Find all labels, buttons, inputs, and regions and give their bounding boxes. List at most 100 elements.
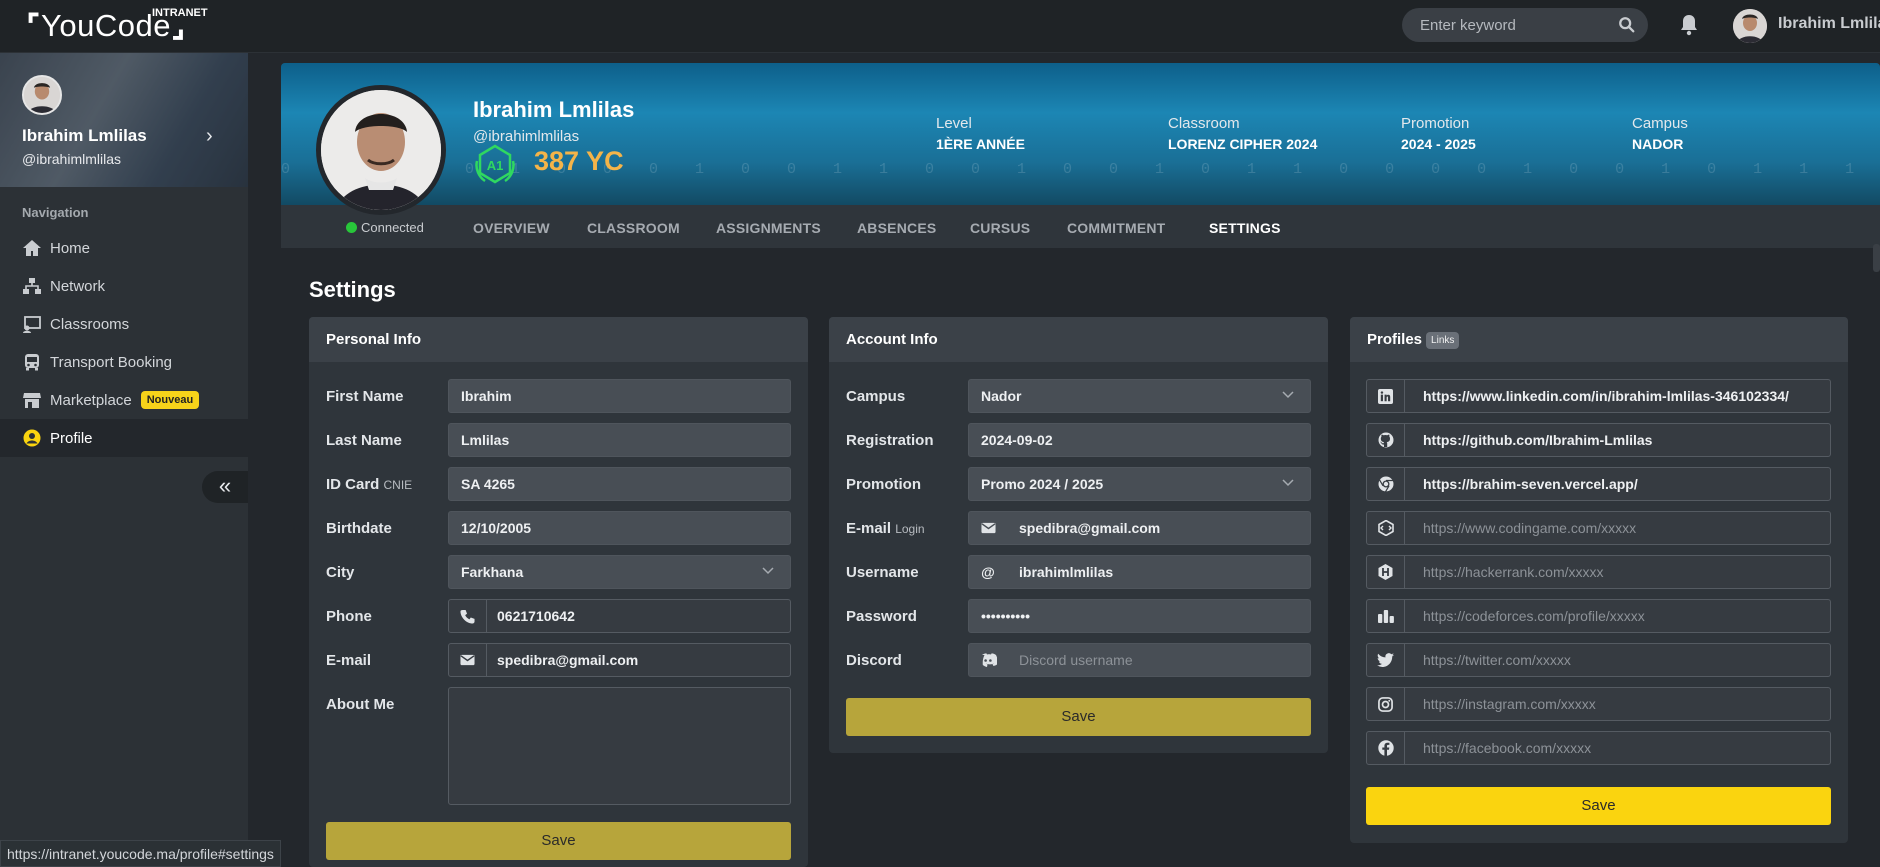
sidebar-item-classrooms[interactable]: Classrooms [0,305,248,343]
sidebar-item-profile[interactable]: Profile [0,419,248,457]
sidebar-avatar [22,75,62,115]
user-circle-icon [23,429,41,447]
github-icon [1367,424,1405,456]
logo-subtitle: INTRANET [152,7,208,19]
scrollbar-thumb[interactable] [1873,244,1880,272]
github-field[interactable]: https://github.com/Ibrahim-Lmlilas [1366,423,1831,457]
collapse-sidebar-button[interactable]: « [202,471,248,503]
user-name[interactable]: Ibrahim Lmlilas [1778,15,1880,33]
website-field[interactable]: https://brahim-seven.vercel.app/ [1366,467,1831,501]
notification-bell-icon[interactable] [1678,13,1700,37]
discord-field[interactable]: Discord username [968,643,1311,677]
links-badge: Links [1426,332,1460,349]
tab-assignments[interactable]: ASSIGNMENTS [716,220,821,236]
personal-info-card: Personal Info First Name Ibrahim Last Na… [309,317,808,867]
sidebar-item-marketplace[interactable]: Marketplace Nouveau [0,381,248,419]
network-icon [23,278,41,294]
profile-hero: 0 0 1 0 0 1 0 0 0 1 0 0 1 1 0 0 1 0 0 1 … [281,63,1880,248]
linkedin-field[interactable]: https://www.linkedin.com/in/ibrahim-lmli… [1366,379,1831,413]
username-row: Username [846,563,919,581]
twitter-icon [1367,644,1405,676]
about-row: About Me [326,695,395,713]
city-select[interactable]: Farkhana [448,555,791,589]
promotion-row: Promotion [846,475,921,493]
stat-campus: Campus NADOR [1632,115,1688,152]
tab-overview[interactable]: OVERVIEW [473,220,550,236]
chevron-right-icon[interactable]: › [206,125,213,148]
codeforces-field[interactable]: https://codeforces.com/profile/xxxxx [1366,599,1831,633]
store-icon [23,393,41,408]
email-row: E-mail [326,651,372,669]
profile-tabs: OVERVIEW CLASSROOM ASSIGNMENTS ABSENCES … [281,205,1880,248]
sidebar-item-home[interactable]: Home [0,229,248,267]
codingame-field[interactable]: https://www.codingame.com/xxxxx [1366,511,1831,545]
sidebar-item-transport[interactable]: Transport Booking [0,343,248,381]
first-name-field[interactable]: Ibrahim [448,379,791,413]
phone-field[interactable]: 0621710642 [448,599,791,633]
password-field[interactable]: •••••••••• [968,599,1311,633]
campus-select[interactable]: Nador [968,379,1311,413]
birthdate-field[interactable]: 12/10/2005 [448,511,791,545]
discord-row: Discord [846,651,902,669]
card-title: Account Info [829,317,1328,362]
discord-icon [969,644,1007,676]
tab-absences[interactable]: ABSENCES [857,220,936,236]
city-row: City [326,563,355,581]
tab-settings[interactable]: SETTINGS [1209,220,1281,236]
at-sign-icon: @ [981,564,995,580]
instagram-field[interactable]: https://instagram.com/xxxxx [1366,687,1831,721]
id-card-row: ID Card CNIE [326,475,413,493]
yc-points: 387 YC [534,146,624,176]
username-field[interactable]: @ ibrahimlmlilas [968,555,1311,589]
tab-classroom[interactable]: CLASSROOM [587,220,680,236]
sidebar-user-name: Ibrahim Lmlilas [22,126,147,145]
codeforces-icon [1367,600,1405,632]
promotion-select[interactable]: Promo 2024 / 2025 [968,467,1311,501]
email-field[interactable]: spedibra@gmail.com [448,643,791,677]
stat-classroom: Classroom LORENZ CIPHER 2024 [1168,115,1318,152]
sidebar-item-label: Network [50,277,106,295]
search-input[interactable] [1402,8,1612,42]
tab-cursus[interactable]: CURSUS [970,220,1030,236]
sidebar-item-label: Classrooms [50,315,130,333]
hackerrank-icon [1367,556,1405,588]
instagram-icon [1367,688,1405,720]
id-card-field[interactable]: SA 4265 [448,467,791,501]
sidebar-item-label: Profile [50,429,93,447]
classroom-icon [23,316,41,333]
save-account-button[interactable]: Save [846,698,1311,736]
level-badge-text: A1 [487,158,504,173]
bus-icon [25,354,39,371]
sidebar-user-handle: @ibrahimlmlilas [22,151,122,167]
hackerrank-field[interactable]: https://hackerrank.com/xxxxx [1366,555,1831,589]
twitter-field[interactable]: https://twitter.com/xxxxx [1366,643,1831,677]
sidebar-item-label: Marketplace [50,391,132,409]
card-title: Personal Info [309,317,808,362]
about-me-textarea[interactable] [448,687,791,805]
sidebar-profile-card[interactable]: Ibrahim Lmlilas @ibrahimlmlilas › [0,53,248,187]
facebook-field[interactable]: https://facebook.com/xxxxx [1366,731,1831,765]
stat-promotion: Promotion 2024 - 2025 [1401,115,1476,152]
last-name-field[interactable]: Lmlilas [448,423,791,457]
phone-row: Phone [326,607,372,625]
save-profiles-button[interactable]: Save [1366,787,1831,825]
tab-commitment[interactable]: COMMITMENT [1067,220,1165,236]
chevron-down-icon [762,567,774,575]
search-box[interactable] [1402,8,1648,42]
profile-name: Ibrahim Lmlilas [473,97,635,122]
sidebar-item-label: Transport Booking [50,353,173,371]
save-personal-button[interactable]: Save [326,822,791,860]
registration-field[interactable]: 2024-09-02 [968,423,1311,457]
sidebar-item-network[interactable]: Network [0,267,248,305]
phone-icon [449,600,487,632]
profiles-card: Profiles Links https://www.linkedin.com/i… [1350,317,1848,843]
chrome-icon [1367,468,1405,500]
card-title: Profiles Links [1350,317,1848,362]
user-avatar[interactable] [1733,9,1767,43]
envelope-icon [449,644,487,676]
login-email-field[interactable]: spedibra@gmail.com [968,511,1311,545]
profile-avatar [316,85,446,215]
top-bar: ⌜YouCode⌟ INTRANET Ibrahim Lmlilas [0,0,1880,53]
registration-row: Registration [846,431,934,449]
search-icon[interactable] [1618,16,1636,34]
